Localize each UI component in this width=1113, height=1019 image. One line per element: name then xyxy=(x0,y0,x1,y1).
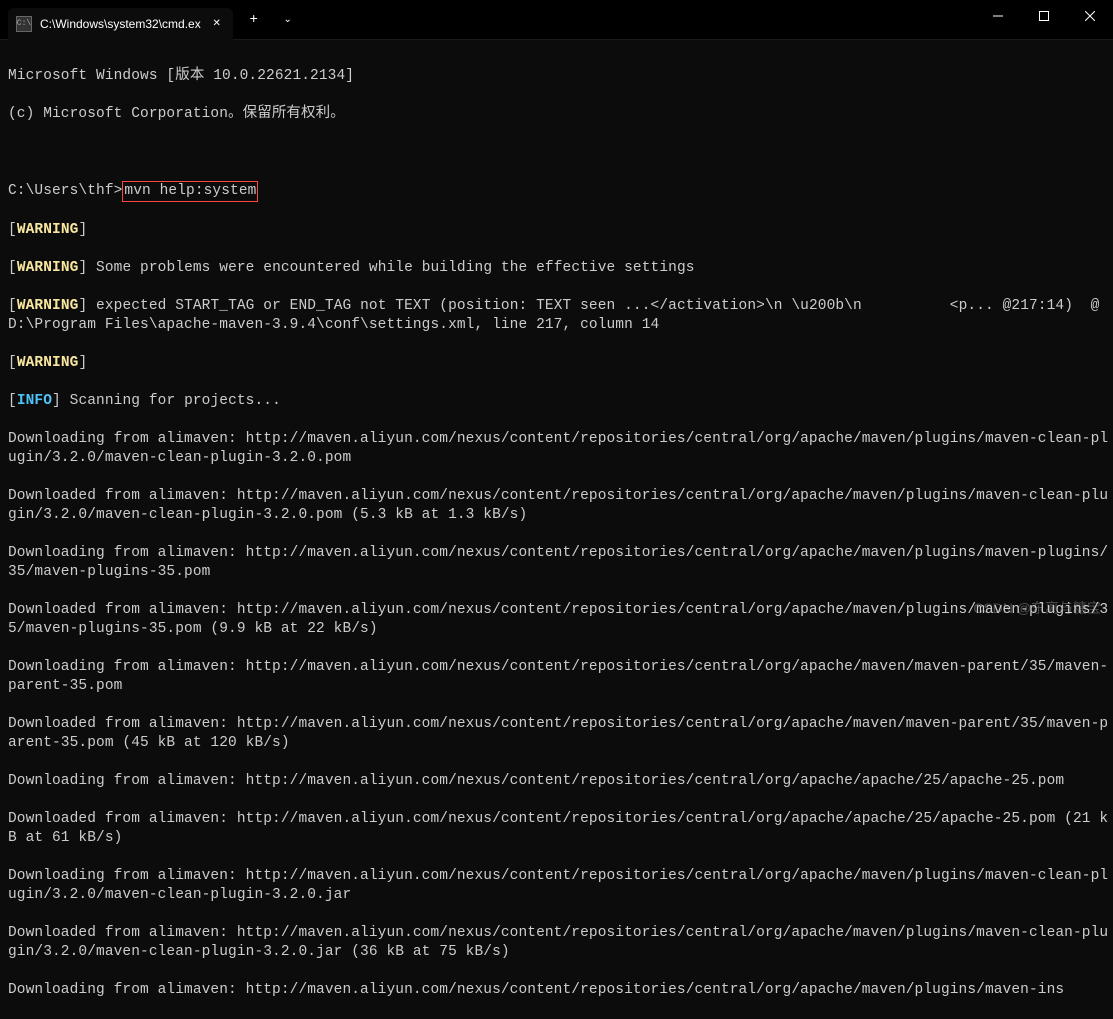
download-line: Downloading from alimaven: http://maven.… xyxy=(8,981,1113,1000)
close-tab-button[interactable]: ✕ xyxy=(209,16,225,32)
prompt-prefix: C:\Users\thf> xyxy=(8,183,122,199)
warning-line: [WARNING] expected START_TAG or END_TAG … xyxy=(8,297,1113,335)
os-version-line: Microsoft Windows [版本 10.0.22621.2134] xyxy=(8,67,1113,86)
download-line: Downloading from alimaven: http://maven.… xyxy=(8,867,1113,905)
minimize-button[interactable] xyxy=(975,0,1021,32)
command-highlight: mvn help:system xyxy=(122,181,258,202)
download-line: Downloading from alimaven: http://maven.… xyxy=(8,430,1113,468)
warning-tag: WARNING xyxy=(17,222,79,238)
warning-tag: WARNING xyxy=(17,298,79,314)
new-tab-button[interactable]: + xyxy=(239,5,269,35)
download-line: Downloaded from alimaven: http://maven.a… xyxy=(8,715,1113,753)
download-line: Downloading from alimaven: http://maven.… xyxy=(8,658,1113,696)
warning-tag: WARNING xyxy=(17,260,79,276)
titlebar: C:\ C:\Windows\system32\cmd.ex ✕ + ⌄ xyxy=(0,0,1113,40)
cmd-icon: C:\ xyxy=(16,16,32,32)
tab-dropdown-button[interactable]: ⌄ xyxy=(273,5,303,35)
download-line: Downloaded from alimaven: http://maven.a… xyxy=(8,601,1113,639)
terminal-output[interactable]: Microsoft Windows [版本 10.0.22621.2134] (… xyxy=(0,40,1113,1019)
warning-tag: WARNING xyxy=(17,355,79,371)
info-text: Scanning for projects... xyxy=(61,393,281,409)
download-line: Downloaded from alimaven: http://maven.a… xyxy=(8,924,1113,962)
warning-line: [WARNING] Some problems were encountered… xyxy=(8,259,1113,278)
info-tag: INFO xyxy=(17,393,52,409)
titlebar-actions: + ⌄ xyxy=(239,5,303,35)
blank-line xyxy=(8,143,1113,162)
maximize-button[interactable] xyxy=(1021,0,1067,32)
info-line: [INFO] Scanning for projects... xyxy=(8,392,1113,411)
warning-line: [WARNING] xyxy=(8,354,1113,373)
minimize-icon xyxy=(993,11,1003,21)
maximize-icon xyxy=(1039,11,1049,21)
terminal-tab[interactable]: C:\ C:\Windows\system32\cmd.ex ✕ xyxy=(8,8,233,40)
download-line: Downloading from alimaven: http://maven.… xyxy=(8,544,1113,582)
close-icon xyxy=(1085,11,1095,21)
warning-text: Some problems were encountered while bui… xyxy=(87,260,694,276)
window-controls xyxy=(975,0,1113,32)
download-line: Downloaded from alimaven: http://maven.a… xyxy=(8,810,1113,848)
warning-line: [WARNING] xyxy=(8,221,1113,240)
download-line: Downloaded from alimaven: http://maven.a… xyxy=(8,487,1113,525)
copyright-line: (c) Microsoft Corporation。保留所有权利。 xyxy=(8,105,1113,124)
download-line: Downloading from alimaven: http://maven.… xyxy=(8,772,1113,791)
tab-title: C:\Windows\system32\cmd.ex xyxy=(40,17,201,31)
window-close-button[interactable] xyxy=(1067,0,1113,32)
warning-text: expected START_TAG or END_TAG not TEXT (… xyxy=(8,298,1108,333)
command-text: mvn help:system xyxy=(124,183,256,199)
prompt-line: C:\Users\thf>mvn help:system xyxy=(8,181,1113,202)
